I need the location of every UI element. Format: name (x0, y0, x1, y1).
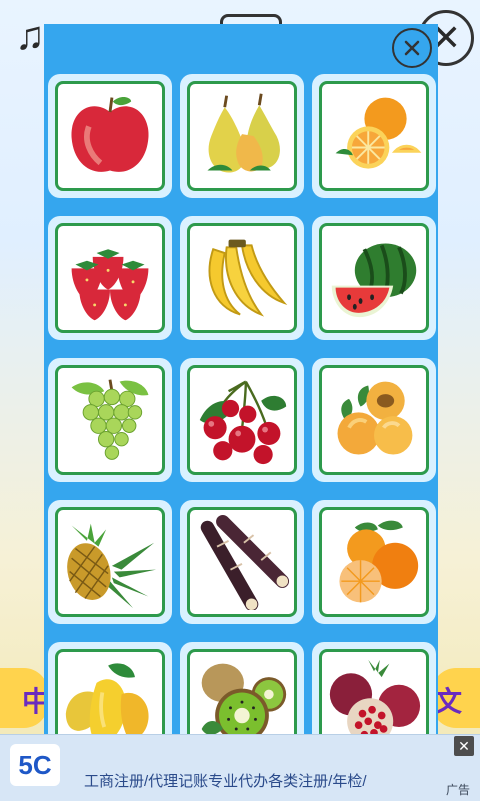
ad-logo[interactable]: 5C (10, 744, 60, 786)
fruit-tile-tangerine[interactable] (312, 500, 436, 624)
fruit-tile-banana[interactable] (180, 216, 304, 340)
pear-icon (207, 93, 280, 173)
fruit-tile-grape[interactable] (48, 358, 172, 482)
watermelon-icon (331, 243, 417, 318)
sugarcane-icon (200, 514, 290, 610)
close-button[interactable] (392, 28, 432, 68)
fruit-tile-strawberry[interactable] (48, 216, 172, 340)
fruit-tile-pineapple[interactable] (48, 500, 172, 624)
pineapple-icon (67, 523, 157, 609)
ad-close-icon[interactable]: ✕ (454, 736, 474, 756)
fruit-tile-pear[interactable] (180, 74, 304, 198)
apple-icon (71, 97, 149, 172)
fruit-grid (48, 74, 436, 766)
fruit-tile-apple[interactable] (48, 74, 172, 198)
fruit-tile-orange[interactable] (312, 74, 436, 198)
cherry-icon (199, 380, 287, 465)
close-circle-icon (404, 40, 420, 56)
apricot-icon (337, 381, 413, 455)
banana-icon (208, 239, 288, 317)
right-language-label: 文 (434, 686, 463, 717)
fruit-picker-popup (44, 24, 438, 770)
strawberry-icon (71, 249, 149, 321)
fruit-tile-watermelon[interactable] (312, 216, 436, 340)
fruit-tile-cherry[interactable] (180, 358, 304, 482)
tangerine-icon (339, 520, 419, 603)
fruit-tile-apricot[interactable] (312, 358, 436, 482)
grape-icon (71, 379, 149, 460)
ad-badge: 广告 (445, 783, 470, 797)
fruit-tile-sugarcane[interactable] (180, 500, 304, 624)
left-language-button[interactable]: 中 (0, 668, 50, 728)
right-language-button[interactable]: 文 (432, 668, 480, 728)
orange-icon (335, 97, 422, 169)
ad-text[interactable]: 工商注册/代理记账专业代办各类注册/年检/ (84, 770, 367, 791)
